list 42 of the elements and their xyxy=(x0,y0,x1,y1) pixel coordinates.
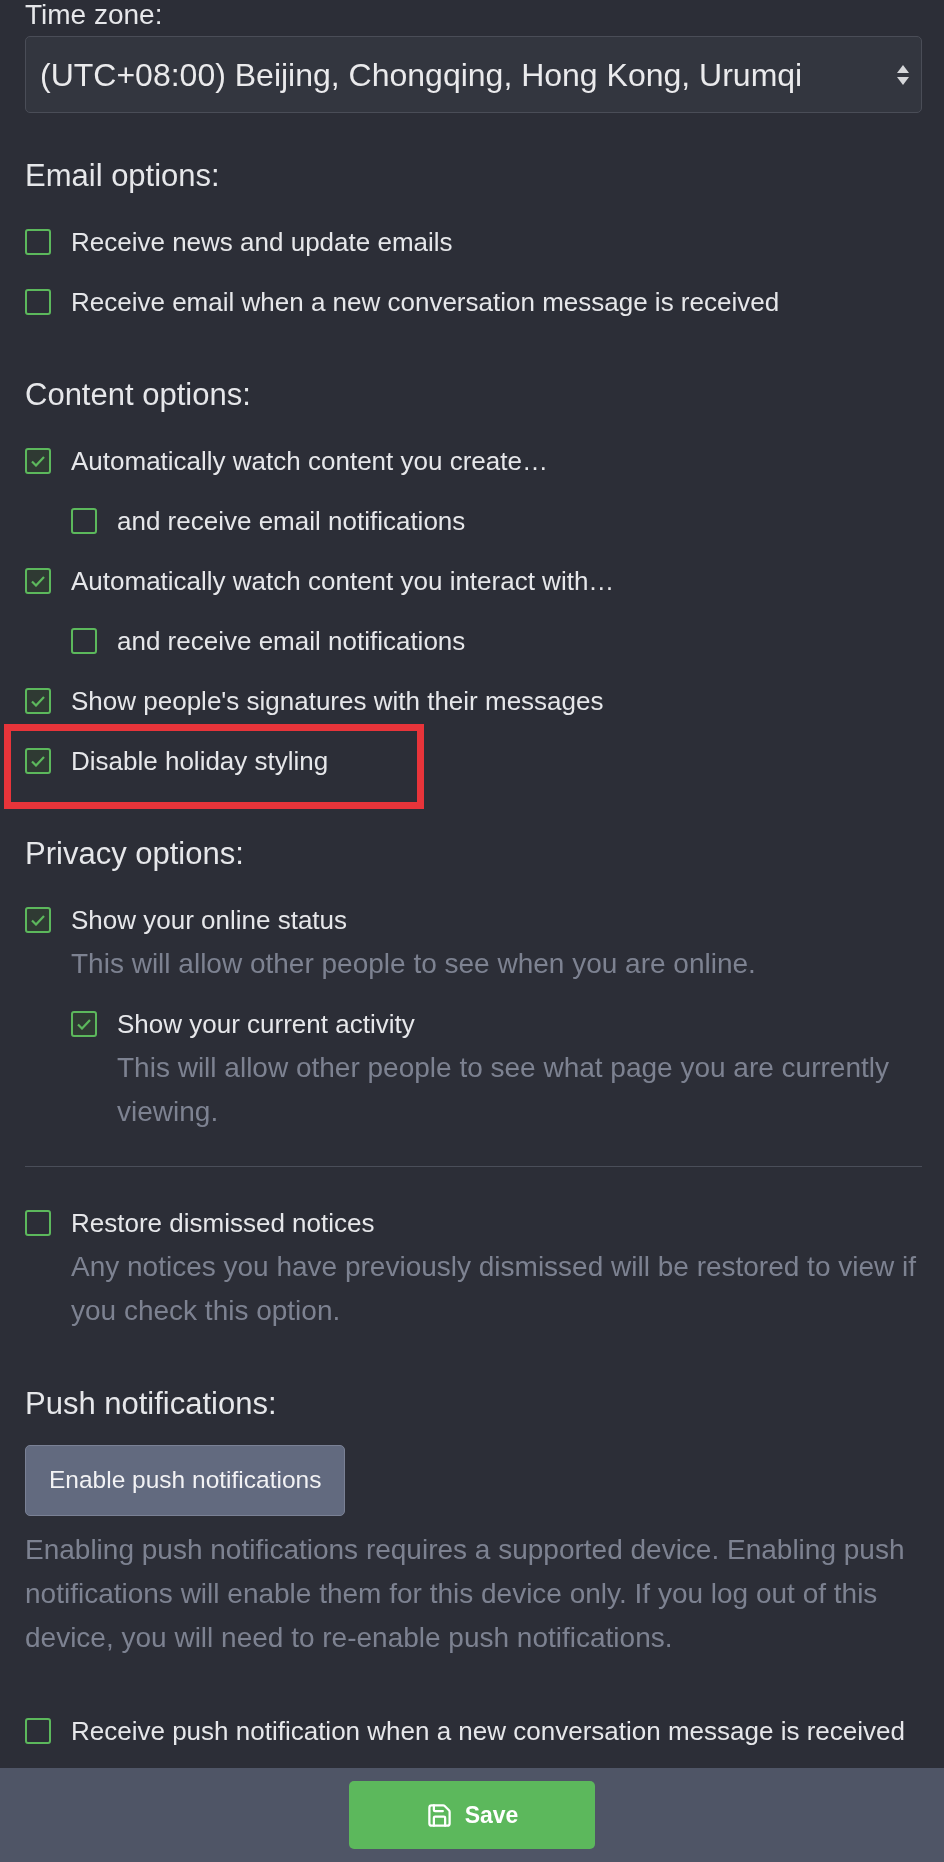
check-icon xyxy=(31,455,45,467)
checkbox-label[interactable]: Receive push notification when a new conversation message is received xyxy=(71,1709,905,1753)
check-icon xyxy=(31,914,45,926)
checkbox-label[interactable]: Show your current activity xyxy=(117,1002,415,1046)
checkbox[interactable] xyxy=(25,688,51,714)
option-description: Any notices you have previously dismissed will be restored to view if you check this option. xyxy=(71,1250,918,1328)
option-description: This will allow other people to see what page you are currently viewing. xyxy=(117,1051,890,1129)
checkbox-label[interactable]: Automatically watch content you interact with… xyxy=(71,559,615,603)
checkbox[interactable] xyxy=(25,748,51,774)
checkbox-label[interactable]: Receive news and update emails xyxy=(71,220,453,264)
up-down-arrows-icon xyxy=(897,64,909,85)
section-heading: Content options: xyxy=(25,377,252,413)
checkbox[interactable] xyxy=(25,568,51,594)
checkbox[interactable] xyxy=(25,1718,51,1744)
checkbox[interactable] xyxy=(25,907,51,933)
checkbox[interactable] xyxy=(71,508,97,534)
timezone-select[interactable]: (UTC+08:00) Beijing, Chongqing, Hong Kong, Urumqi xyxy=(25,36,922,113)
checkbox[interactable] xyxy=(71,1011,97,1037)
check-icon xyxy=(77,1018,91,1030)
checkbox[interactable] xyxy=(25,448,51,474)
option-description: This will allow other people to see when you are online. xyxy=(71,947,757,981)
checkbox-label[interactable]: Restore dismissed notices xyxy=(71,1201,375,1245)
section-heading: Privacy options: xyxy=(25,836,245,872)
checkbox[interactable] xyxy=(25,229,51,255)
check-icon xyxy=(31,575,45,587)
checkbox-label[interactable]: Show people's signatures with their messages xyxy=(71,679,604,723)
checkbox-label[interactable]: Show your online status xyxy=(71,898,348,942)
checkbox[interactable] xyxy=(25,1210,51,1236)
checkbox[interactable] xyxy=(71,628,97,654)
check-icon xyxy=(31,695,45,707)
enable-push-button[interactable]: Enable push notifications xyxy=(25,1445,346,1516)
section-heading: Push notifications: xyxy=(25,1386,278,1422)
checkbox-label[interactable]: and receive email notifications xyxy=(117,499,466,543)
checkbox-label[interactable]: Disable holiday styling xyxy=(71,739,329,783)
help-text: Enabling push notifications requires a supported device. Enabling push notifications will enable them for this device only. If you log out of this device, you will need to re-enable push notifications. xyxy=(25,1533,906,1655)
checkbox-label[interactable]: Receive email when a new conversation message is received xyxy=(71,280,780,324)
field-label: Time zone: xyxy=(25,0,164,30)
check-icon xyxy=(31,755,45,767)
checkbox-label[interactable]: and receive email notifications xyxy=(117,619,466,663)
checkbox-label[interactable]: Automatically watch content you create… xyxy=(71,439,548,483)
section-heading: Email options: xyxy=(25,158,221,194)
checkbox[interactable] xyxy=(25,289,51,315)
